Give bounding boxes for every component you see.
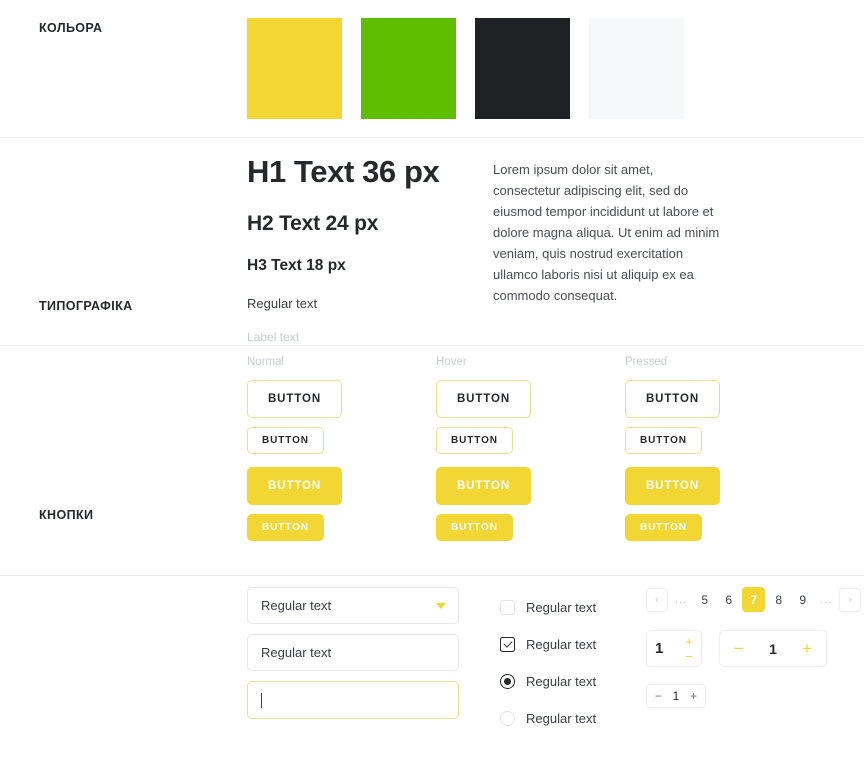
button-state-columns: Normal BUTTON BUTTON BUTTON BUTTON Hover… bbox=[247, 356, 720, 541]
button-outline-large-pressed[interactable]: BUTTON bbox=[625, 380, 720, 418]
color-swatch-accent-green bbox=[361, 18, 456, 119]
stepper-stacked-controls: + − bbox=[685, 635, 693, 663]
typography-samples: H1 Text 36 px H2 Text 24 px H3 Text 18 p… bbox=[247, 154, 472, 344]
button-filled-small-pressed[interactable]: BUTTON bbox=[625, 514, 702, 541]
checkbox-checked-label: Regular text bbox=[526, 637, 597, 652]
stepper-row: 1 + − − 1 + bbox=[646, 630, 861, 667]
stepper-small[interactable]: − 1 + bbox=[646, 684, 706, 708]
section-title-colors: КОЛЬОРА bbox=[39, 21, 103, 35]
section-title-buttons: КНОПКИ bbox=[39, 508, 94, 522]
button-outline-large-normal[interactable]: BUTTON bbox=[247, 380, 342, 418]
form-elements-wrap: Regular text Regular text Regular text R… bbox=[247, 587, 862, 737]
radio-row-unselected[interactable]: Regular text bbox=[500, 700, 622, 737]
button-state-label-pressed: Pressed bbox=[625, 356, 668, 368]
type-sample-label: Label text bbox=[247, 329, 300, 344]
type-sample-h2: H2 Text 24 px bbox=[247, 211, 379, 235]
button-column-hover: Hover BUTTON BUTTON BUTTON BUTTON bbox=[436, 356, 531, 541]
stepper-stacked-increment-icon[interactable]: + bbox=[685, 635, 693, 648]
type-sample-paragraph: Lorem ipsum dolor sit amet, consectetur … bbox=[493, 162, 720, 303]
button-outline-small-pressed[interactable]: BUTTON bbox=[625, 427, 702, 454]
section-typography: ТИПОГРАФІКА H1 Text 36 px H2 Text 24 px … bbox=[0, 138, 864, 346]
color-swatch-dark-ink bbox=[475, 18, 570, 119]
text-input-focused[interactable] bbox=[247, 681, 459, 719]
button-filled-small-hover[interactable]: BUTTON bbox=[436, 514, 513, 541]
checkbox-unchecked-icon[interactable] bbox=[500, 600, 515, 615]
color-swatch-light-gray bbox=[589, 18, 684, 119]
select-value: Regular text bbox=[261, 598, 332, 613]
section-title-typography: ТИПОГРАФІКА bbox=[39, 299, 133, 313]
style-guide-page: КОЛЬОРА ТИПОГРАФІКА H1 Text 36 px H2 Tex… bbox=[0, 0, 864, 775]
stepper-wide-increment-icon[interactable]: + bbox=[802, 640, 812, 657]
button-column-normal: Normal BUTTON BUTTON BUTTON BUTTON bbox=[247, 356, 342, 541]
button-state-label-hover: Hover bbox=[436, 356, 467, 368]
color-swatch-primary-yellow bbox=[247, 18, 342, 119]
button-outline-small-hover[interactable]: BUTTON bbox=[436, 427, 513, 454]
text-input-value: Regular text bbox=[261, 645, 332, 660]
button-filled-large-normal[interactable]: BUTTON bbox=[247, 467, 342, 505]
checkbox-row-checked[interactable]: Regular text bbox=[500, 626, 622, 663]
type-sample-h3: H3 Text 18 px bbox=[247, 256, 346, 274]
pagination-page-5[interactable]: 5 bbox=[694, 588, 715, 612]
text-input[interactable]: Regular text bbox=[247, 634, 459, 671]
color-swatch-row bbox=[247, 18, 684, 119]
stepper-small-increment-icon[interactable]: + bbox=[690, 690, 697, 702]
button-outline-large-hover[interactable]: BUTTON bbox=[436, 380, 531, 418]
type-sample-h1: H1 Text 36 px bbox=[247, 154, 440, 189]
stepper-stacked-value: 1 bbox=[655, 640, 664, 657]
type-sample-regular: Regular text bbox=[247, 295, 318, 311]
pagination-page-8[interactable]: 8 bbox=[768, 588, 789, 612]
stepper-small-value: 1 bbox=[672, 689, 680, 703]
button-outline-small-normal[interactable]: BUTTON bbox=[247, 427, 324, 454]
stepper-wide[interactable]: − 1 + bbox=[719, 630, 827, 667]
radio-unselected-icon[interactable] bbox=[500, 711, 515, 726]
pagination-prev-icon[interactable]: ‹ bbox=[646, 587, 668, 612]
pagination: ‹ ... 5 6 7 8 9 ... › bbox=[646, 587, 862, 612]
stepper-stacked-decrement-icon[interactable]: − bbox=[685, 650, 693, 663]
button-state-label-normal: Normal bbox=[247, 356, 285, 368]
section-colors: КОЛЬОРА bbox=[0, 0, 864, 138]
radio-row-selected[interactable]: Regular text bbox=[500, 663, 622, 700]
pagination-page-9[interactable]: 9 bbox=[792, 588, 813, 612]
checkbox-row-unchecked[interactable]: Regular text bbox=[500, 589, 622, 626]
stepper-wide-decrement-icon[interactable]: − bbox=[734, 640, 744, 657]
button-filled-large-hover[interactable]: BUTTON bbox=[436, 467, 531, 505]
form-choices-column: Regular text Regular text Regular text R… bbox=[500, 587, 622, 737]
pagination-ellipsis-left: ... bbox=[675, 593, 688, 606]
checkbox-checked-icon[interactable] bbox=[500, 637, 515, 652]
radio-selected-label: Regular text bbox=[526, 674, 597, 689]
button-column-pressed: Pressed BUTTON BUTTON BUTTON BUTTON bbox=[625, 356, 720, 541]
stepper-stacked[interactable]: 1 + − bbox=[646, 630, 702, 667]
form-controls-column: ‹ ... 5 6 7 8 9 ... › 1 + − − 1 + − 1 + bbox=[646, 587, 862, 737]
section-form-elements: ЕЛЕМЕНТИ ФОРМ Regular text Regular text bbox=[0, 576, 864, 775]
button-filled-large-pressed[interactable]: BUTTON bbox=[625, 467, 720, 505]
stepper-wide-value: 1 bbox=[769, 640, 777, 657]
pagination-ellipsis-right: ... bbox=[820, 593, 833, 606]
select-field[interactable]: Regular text bbox=[247, 587, 459, 624]
stepper-small-decrement-icon[interactable]: − bbox=[655, 690, 662, 702]
pagination-next-icon[interactable]: › bbox=[839, 587, 862, 612]
text-cursor-icon bbox=[261, 692, 262, 708]
chevron-down-icon bbox=[436, 602, 446, 609]
radio-selected-icon[interactable] bbox=[500, 674, 515, 689]
pagination-page-7-active[interactable]: 7 bbox=[742, 587, 766, 612]
radio-unselected-label: Regular text bbox=[526, 711, 597, 726]
section-buttons: КНОПКИ Normal BUTTON BUTTON BUTTON BUTTO… bbox=[0, 346, 864, 576]
form-inputs-column: Regular text Regular text bbox=[247, 587, 459, 737]
button-filled-small-normal[interactable]: BUTTON bbox=[247, 514, 324, 541]
pagination-page-6[interactable]: 6 bbox=[718, 588, 739, 612]
checkbox-unchecked-label: Regular text bbox=[526, 600, 597, 615]
